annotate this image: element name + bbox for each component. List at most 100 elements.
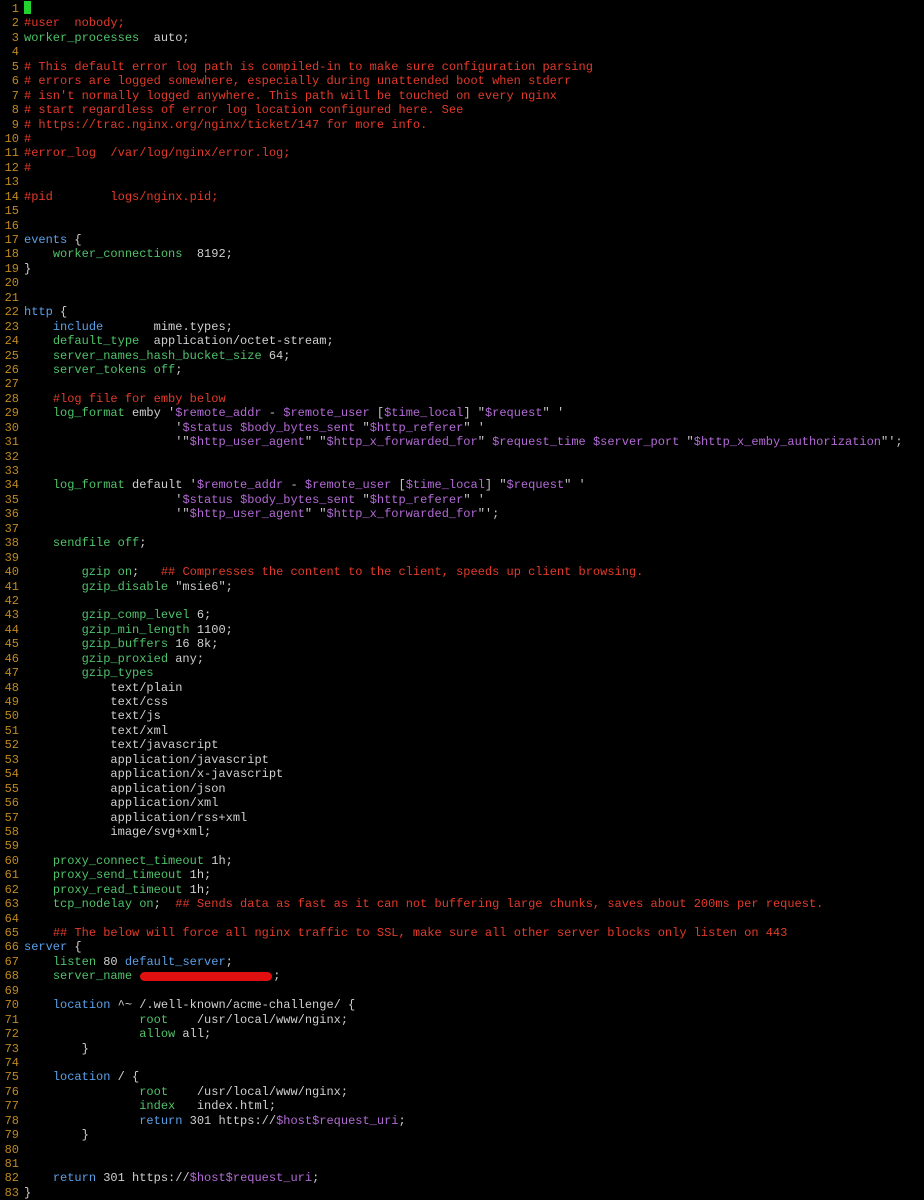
code-content: application/json xyxy=(24,782,225,796)
directive: server_names_hash_bucket_size xyxy=(52,348,262,363)
code-content: gzip_types xyxy=(24,666,154,680)
line-number: 37 xyxy=(4,521,19,536)
comment: #log file for emby below xyxy=(52,391,226,406)
comment: # xyxy=(24,160,32,175)
code-content: gzip_proxied any; xyxy=(24,652,204,666)
keyword: server xyxy=(24,940,68,955)
string: "'; xyxy=(477,507,500,522)
code-content: application/javascript xyxy=(24,753,268,767)
code-line: 5 # This default error log path is compil… xyxy=(0,60,924,74)
code-text: } xyxy=(24,1128,89,1143)
line-number: 18 xyxy=(4,247,19,262)
line-number: 62 xyxy=(4,882,19,897)
code-content: gzip on; ## Compresses the content to th… xyxy=(24,565,644,579)
code-line: 27 xyxy=(0,377,924,391)
line-number: 22 xyxy=(4,305,19,320)
code-content: # https://trac.nginx.org/nginx/ticket/14… xyxy=(24,118,427,132)
string: " ' xyxy=(542,406,565,421)
comment: # This default error log path is compile… xyxy=(24,59,593,74)
code-text: 80 xyxy=(96,954,125,969)
string: ] " xyxy=(484,478,507,493)
code-line: 79 } xyxy=(0,1128,924,1142)
string: "msie6" xyxy=(175,579,226,594)
code-line: 54 application/x-javascript xyxy=(0,767,924,781)
string: ] " xyxy=(463,406,485,421)
variable: $time_local xyxy=(384,406,464,421)
variable: $http_x_forwarded_for xyxy=(326,507,478,522)
code-line: 58 image/svg+xml; xyxy=(0,825,924,839)
code-line: 3 worker_processes auto; xyxy=(0,31,924,45)
code-text: 1h; xyxy=(182,882,212,897)
line-number: 75 xyxy=(4,1070,19,1085)
comment: #pid logs/nginx.pid; xyxy=(24,189,219,204)
line-number: 14 xyxy=(4,189,19,204)
line-number: 59 xyxy=(4,839,19,854)
line-number: 47 xyxy=(4,666,19,681)
line-number: 52 xyxy=(4,738,19,753)
code-content: location / { xyxy=(24,1070,139,1084)
line-number: 39 xyxy=(4,550,19,565)
code-content: text/plain xyxy=(24,681,182,695)
code-text: 301 https:// xyxy=(96,1171,190,1186)
variable: $remote_addr xyxy=(196,478,284,493)
string: ' xyxy=(189,478,197,493)
code-line: 31 '"$http_user_agent" "$http_x_forwarde… xyxy=(0,435,924,449)
line-number: 8 xyxy=(11,103,19,118)
code-line: 66 server { xyxy=(0,940,924,954)
code-line: 38 sendfile off; xyxy=(0,536,924,550)
string: " ' xyxy=(463,420,485,435)
code-content: } xyxy=(24,1186,31,1200)
code-line: 65 ## The below will force all nginx tra… xyxy=(0,926,924,940)
code-line: 37 xyxy=(0,522,924,536)
code-text: { xyxy=(52,305,68,320)
code-text: ; xyxy=(225,954,233,969)
code-content: worker_processes auto; xyxy=(24,31,190,45)
code-content: worker_connections 8192; xyxy=(24,247,233,261)
code-content: proxy_connect_timeout 1h; xyxy=(24,854,233,868)
variable: $request xyxy=(484,406,543,421)
code-text: ; xyxy=(225,579,233,594)
code-content: # xyxy=(24,161,31,175)
line-number: 61 xyxy=(4,868,19,883)
line-number: 74 xyxy=(4,1055,19,1070)
code-line: 55 application/json xyxy=(0,782,924,796)
directive: proxy_connect_timeout xyxy=(52,853,205,868)
directive: listen xyxy=(52,954,97,969)
code-line: 7 # isn't normally logged anywhere. This … xyxy=(0,89,924,103)
string: " xyxy=(355,492,370,507)
code-line: 30 '$status $body_bytes_sent "$http_refe… xyxy=(0,421,924,435)
line-number: 6 xyxy=(11,74,19,89)
comment: #user nobody; xyxy=(24,16,125,31)
code-line: 14 #pid logs/nginx.pid; xyxy=(0,190,924,204)
code-text: / { xyxy=(110,1070,140,1085)
line-number: 38 xyxy=(4,536,19,551)
comment: #error_log /var/log/nginx/error.log; xyxy=(24,146,291,161)
terminal-editor[interactable]: 1 2 #user nobody; 3 worker_processes auto; 4 5… xyxy=(0,0,924,1200)
code-text: ; xyxy=(153,897,176,912)
code-line: 11 #error_log /var/log/nginx/error.log; xyxy=(0,146,924,160)
code-content: server_tokens off; xyxy=(24,363,183,377)
string: " ' xyxy=(463,492,485,507)
code-line: 22 http { xyxy=(0,305,924,319)
code-text: text/plain xyxy=(24,680,183,695)
line-number: 31 xyxy=(4,435,19,450)
line-number: 80 xyxy=(4,1142,19,1157)
code-content: application/rss+xml xyxy=(24,811,247,825)
code-content: image/svg+xml; xyxy=(24,825,211,839)
string: [ xyxy=(369,406,385,421)
code-content xyxy=(24,1,31,16)
keyword: return xyxy=(139,1113,183,1128)
code-line: 83} xyxy=(0,1186,924,1200)
code-line: 68 server_name ; xyxy=(0,969,924,983)
variable: $server_port xyxy=(592,435,680,450)
line-number: 17 xyxy=(4,233,19,247)
